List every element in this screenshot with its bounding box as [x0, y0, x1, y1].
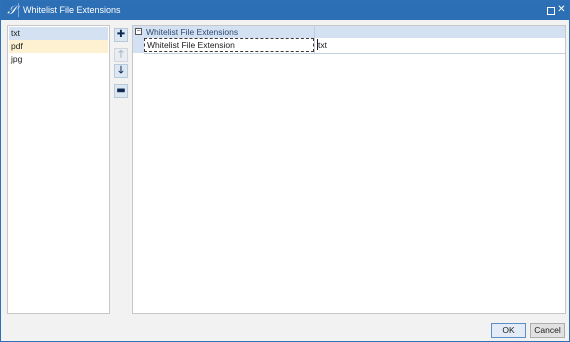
cancel-button[interactable]: Cancel — [530, 323, 565, 338]
property-name[interactable]: Whitelist File Extension — [144, 38, 314, 52]
row-gutter — [133, 38, 144, 53]
list-item[interactable]: txt — [9, 27, 108, 40]
move-up-button[interactable]: 🡑 — [114, 48, 128, 62]
property-grid[interactable]: − Whitelist File Extensions Whitelist Fi… — [132, 25, 566, 314]
category-row[interactable]: − Whitelist File Extensions — [133, 26, 565, 38]
row-divider — [144, 53, 565, 54]
maximize-button[interactable] — [545, 4, 556, 16]
plus-icon: ✚ — [116, 29, 126, 40]
property-value-input[interactable]: txt — [318, 39, 558, 51]
add-button[interactable]: ✚ — [114, 28, 128, 42]
arrow-down-icon: 🡓 — [118, 65, 124, 76]
dialog-window: 𝒮 Whitelist File Extensions ✕ txt pdf jp… — [0, 0, 570, 342]
window-title: Whitelist File Extensions — [23, 5, 121, 15]
ok-button[interactable]: OK — [491, 323, 526, 338]
close-button[interactable]: ✕ — [556, 4, 567, 16]
app-logo-icon: 𝒮 — [6, 3, 19, 17]
collapse-icon[interactable]: − — [135, 28, 142, 35]
title-bar[interactable]: 𝒮 Whitelist File Extensions ✕ — [1, 1, 569, 20]
extension-list[interactable]: txt pdf jpg — [7, 25, 110, 314]
move-down-button[interactable]: 🡓 — [114, 64, 128, 78]
minus-icon: ▬ — [116, 85, 126, 96]
arrow-up-icon: 🡑 — [118, 49, 124, 60]
list-item[interactable]: pdf — [9, 40, 108, 53]
list-item[interactable]: jpg — [9, 53, 108, 66]
column-divider[interactable] — [314, 26, 315, 54]
remove-button[interactable]: ▬ — [114, 84, 128, 98]
category-label: Whitelist File Extensions — [146, 27, 239, 37]
